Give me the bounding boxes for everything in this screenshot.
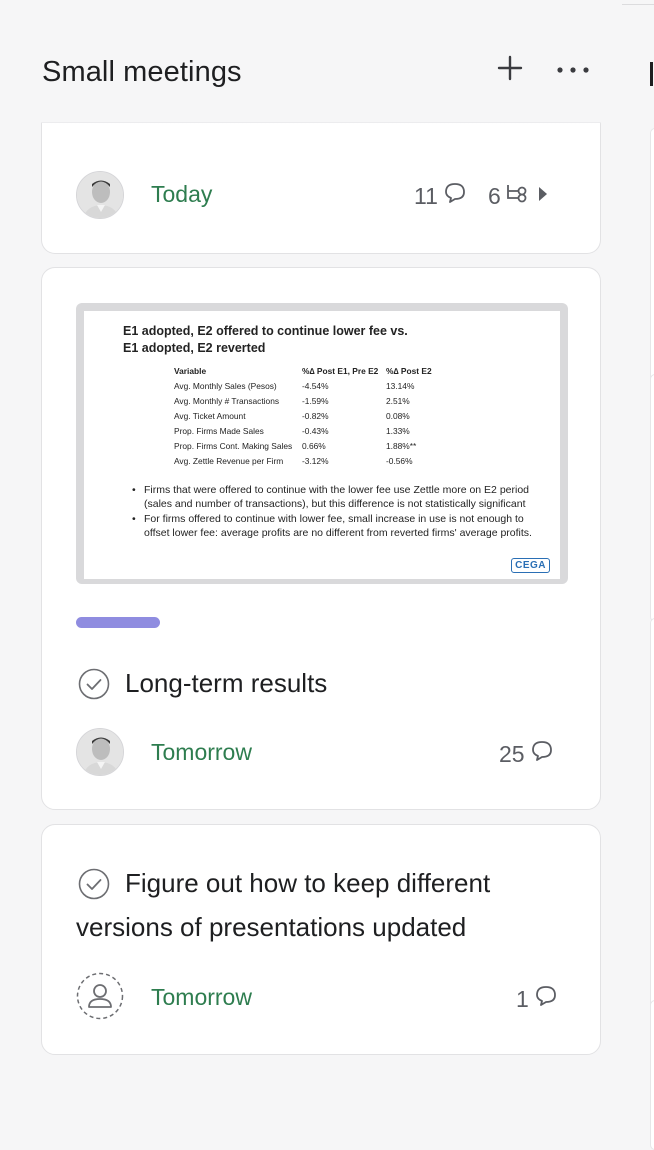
custom-field-label[interactable] bbox=[76, 617, 160, 628]
comment-bubble-icon bbox=[533, 984, 559, 1014]
add-task-button[interactable] bbox=[492, 52, 528, 88]
column-title[interactable]: Small meetings bbox=[42, 56, 242, 89]
comment-count[interactable]: 25 bbox=[499, 739, 555, 769]
due-date[interactable]: Today bbox=[151, 181, 212, 208]
due-date[interactable]: Tomorrow bbox=[151, 739, 252, 766]
unassigned-user-icon[interactable] bbox=[76, 972, 124, 1020]
subtask-count[interactable]: 6 bbox=[488, 181, 549, 211]
plus-icon bbox=[497, 55, 523, 86]
task-title[interactable]: Long-term results bbox=[125, 661, 327, 705]
next-column-edge bbox=[650, 62, 654, 1150]
task-card[interactable]: Figure out how to keep different version… bbox=[41, 824, 601, 1055]
comment-count[interactable]: 1 bbox=[516, 984, 559, 1014]
slide-bullets: Firms that were offered to continue with… bbox=[130, 483, 542, 540]
task-card[interactable]: E1 adopted, E2 offered to continue lower… bbox=[41, 267, 601, 810]
comment-bubble-icon bbox=[442, 181, 468, 211]
assignee-avatar[interactable] bbox=[76, 728, 124, 776]
comment-count[interactable]: 11 bbox=[414, 181, 468, 211]
attachment-thumbnail[interactable]: E1 adopted, E2 offered to continue lower… bbox=[76, 303, 568, 584]
cega-logo: CEGA bbox=[511, 558, 550, 573]
task-title[interactable]: Figure out how to keep different version… bbox=[76, 861, 576, 949]
subtask-tree-icon bbox=[505, 181, 533, 211]
due-date[interactable]: Tomorrow bbox=[151, 984, 252, 1011]
header-divider bbox=[41, 122, 601, 123]
slide-title: E1 adopted, E2 offered to continue lower… bbox=[123, 324, 408, 355]
slide-preview: E1 adopted, E2 offered to continue lower… bbox=[84, 311, 560, 579]
assignee-avatar[interactable] bbox=[76, 171, 124, 219]
ellipsis-icon bbox=[556, 61, 590, 79]
caret-right-icon[interactable] bbox=[537, 183, 549, 210]
comment-bubble-icon bbox=[529, 739, 555, 769]
column-header: Small meetings bbox=[42, 48, 602, 102]
check-circle-icon[interactable] bbox=[78, 668, 110, 700]
slide-table: Variable %∆ Post E1, Pre E2 %∆ Post E2 A… bbox=[174, 365, 432, 466]
column-menu-button[interactable] bbox=[555, 52, 591, 88]
